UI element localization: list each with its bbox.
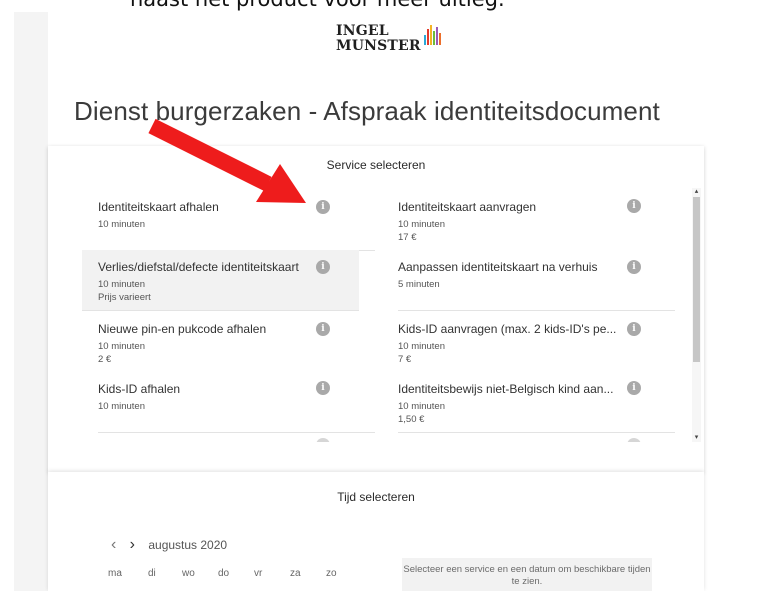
month-navigation: ‹ › augustus 2020 [111, 536, 227, 554]
weekday-label: do [218, 568, 230, 579]
logo-bar [429, 25, 432, 45]
info-icon[interactable]: i [316, 381, 330, 395]
chevron-left-icon[interactable]: ‹ [111, 536, 116, 554]
weekday-label: vr [254, 568, 263, 579]
logo-bar [432, 31, 435, 45]
chevron-right-icon[interactable]: › [130, 536, 135, 554]
service-duration: 10 minuten [398, 219, 446, 230]
page-title: Dienst burgerzaken - Afspraak identiteit… [74, 96, 660, 126]
service-name: Identiteitskaart afhalen [98, 200, 219, 214]
service-list-bottom-padding [48, 442, 704, 472]
service-duration: 10 minuten [98, 219, 146, 230]
logo-bar [423, 35, 426, 45]
service-price: 2 € [98, 354, 112, 365]
info-icon[interactable]: i [627, 260, 641, 274]
service-duration: 10 minuten [398, 401, 446, 412]
service-name: Verlies/diefstal/defecte identiteitskaar… [98, 260, 299, 274]
logo-bars-icon [423, 25, 442, 45]
ingelmunster-logo[interactable]: INGEL MUNSTER [336, 24, 442, 64]
scrollbar-thumb[interactable] [693, 197, 700, 362]
service-duration: 10 minuten [98, 279, 146, 290]
info-icon[interactable]: i [627, 199, 641, 213]
current-month: augustus 2020 [148, 538, 228, 552]
logo-line-2: MUNSTER [336, 38, 421, 54]
service-duration: 5 minuten [398, 279, 440, 290]
service-item-selected[interactable]: Verlies/diefstal/defecte identiteitskaar… [82, 250, 359, 311]
weekday-label: di [148, 568, 156, 579]
service-item[interactable]: Kids-ID afhalen 10 minuten [98, 372, 375, 433]
weekday-label: ma [108, 568, 122, 579]
service-name: Kids-ID afhalen [98, 382, 181, 396]
service-name: Aanpassen identiteitskaart na verhuis [398, 260, 598, 274]
service-name: Identiteitskaart aanvragen [398, 200, 537, 214]
service-duration: 10 minuten [398, 341, 446, 352]
instruction-caption: naast het product voor meer uitleg. [130, 0, 505, 11]
service-list-scrollbar[interactable]: ▴ ▾ [692, 188, 701, 442]
time-hint-box: Selecteer een service en een datum om be… [402, 558, 652, 591]
info-icon[interactable]: i [316, 260, 330, 274]
scroll-up-icon[interactable]: ▴ [692, 188, 701, 196]
service-item[interactable]: Identiteitskaart afhalen 10 minuten [98, 190, 375, 251]
logo-bar [438, 33, 441, 45]
service-price: 17 € [398, 232, 417, 243]
time-section-title: Tijd selecteren [337, 490, 415, 504]
info-icon[interactable]: i [316, 200, 330, 214]
service-duration: 10 minuten [98, 341, 146, 352]
service-price: 1,50 € [398, 414, 425, 425]
info-icon[interactable]: i [316, 322, 330, 336]
info-icon[interactable]: i [627, 322, 641, 336]
service-name: Nieuwe pin-en pukcode afhalen [98, 322, 267, 336]
info-icon[interactable]: i [627, 381, 641, 395]
logo-line-1: INGEL [336, 23, 389, 39]
weekday-label: wo [182, 568, 195, 579]
service-section-title: Service selecteren [326, 158, 426, 172]
logo-bar [426, 29, 429, 45]
weekday-label: za [290, 568, 301, 579]
service-name: Identiteitsbewijs niet-Belgisch kind aan… [398, 382, 614, 396]
service-price: 7 € [398, 354, 412, 365]
logo-bar [435, 27, 438, 45]
weekday-label: zo [326, 568, 337, 579]
page-margin-right [704, 12, 761, 591]
service-duration: 10 minuten [98, 401, 146, 412]
scroll-down-icon[interactable]: ▾ [692, 434, 701, 442]
service-name: Kids-ID aanvragen (max. 2 kids-ID's pe..… [398, 322, 617, 336]
service-item[interactable]: Nieuwe pin-en pukcode afhalen 10 minuten… [98, 312, 375, 373]
service-price: Prijs varieert [98, 292, 151, 303]
